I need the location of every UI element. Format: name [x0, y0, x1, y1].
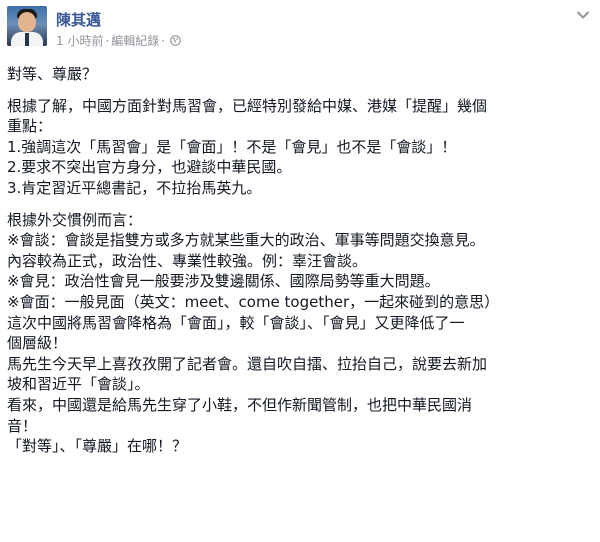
post-line: ※會見：政治性會見一般要涉及雙邊關係、國際局勢等重大問題。: [7, 272, 440, 291]
post-line: ※會談：會談是指雙方或多方就某些重大的政治、軍事等問題交換意見。: [7, 231, 485, 250]
post-line: 根據外交慣例而言：: [7, 210, 143, 229]
meta-separator: ·: [105, 33, 110, 48]
post-meta: 1 小時前 · 編輯紀錄 ·: [56, 32, 181, 49]
post-line: 內容較為正式，政治性、專業性較強。例：辜汪會談。: [7, 251, 368, 270]
chevron-down-icon[interactable]: [576, 10, 590, 20]
post-line: 音！: [7, 416, 38, 435]
post-line: 1.強調這次「馬習會」是「會面」！不是「會見」也不是「會談」！: [7, 137, 457, 156]
globe-icon[interactable]: [170, 35, 181, 46]
post-line: 2.要求不突出官方身分，也避談中華民國。: [7, 158, 292, 177]
post-timestamp[interactable]: 1 小時前: [56, 32, 103, 49]
post-line: 馬先生今天早上喜孜孜開了記者會。還自吹自擂、拉抬自己，說要去新加: [7, 354, 488, 373]
avatar-face: [18, 12, 36, 32]
post-line: 3.肯定習近平總書記，不拉抬馬英九。: [7, 178, 262, 197]
meta-separator: ·: [161, 33, 166, 48]
avatar[interactable]: [7, 6, 47, 46]
post-line: 個層級！: [7, 334, 68, 353]
post-content: 對等、尊嚴？ 根據了解，中國方面針對馬習會，已經特別發給中媒、港媒「提醒」幾個 …: [7, 64, 593, 457]
post-line: 「對等」、「尊嚴」在哪！？: [7, 437, 188, 456]
author-name[interactable]: 陳其邁: [56, 9, 101, 30]
post-line: 看來，中國還是給馬先生穿了小鞋，不但作新聞管制，也把中華民國消: [7, 395, 473, 414]
facebook-post: 陳其邁 1 小時前 · 編輯紀錄 · 對等、尊嚴？ 根據了解，中國方面針對馬習會…: [0, 0, 600, 542]
post-line: 重點：: [7, 117, 53, 136]
avatar-tie: [25, 33, 29, 46]
post-line: ※會面：一般見面（英文：meet、come together，一起來碰到的意思）: [7, 292, 500, 311]
post-line: 這次中國將馬習會降格為「會面」，較「會談」、「會見」又更降低了一: [7, 313, 465, 332]
post-line-title: 對等、尊嚴？: [7, 65, 98, 83]
post-line: 坡和習近平「會談」。: [7, 375, 150, 394]
edit-history-link[interactable]: 編輯紀錄: [111, 32, 159, 49]
post-line: 根據了解，中國方面針對馬習會，已經特別發給中媒、港媒「提醒」幾個: [7, 96, 488, 115]
